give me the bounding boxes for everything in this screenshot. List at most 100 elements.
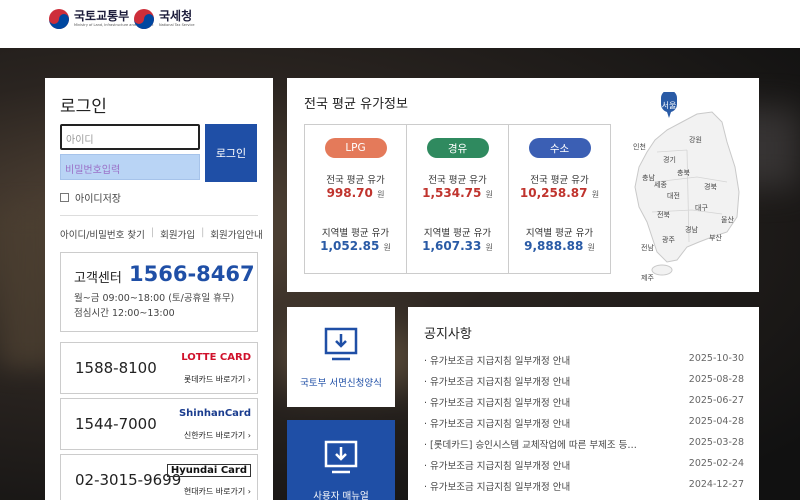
map-region-label: 전남 bbox=[641, 243, 654, 252]
fuel-column-hydrogen: 수소 전국 평균 유가 10,258.87 원 지역별 평균 유가 9,888.… bbox=[509, 125, 610, 273]
fuel-tab-diesel[interactable]: 경유 bbox=[426, 138, 489, 158]
card-phone-number: 1588-8100 bbox=[75, 359, 157, 377]
login-button[interactable]: 로그인 bbox=[205, 124, 257, 182]
logo-title: 국세청 bbox=[159, 9, 193, 23]
map-region-label: 대구 bbox=[695, 204, 708, 212]
notice-item[interactable]: · 유가보조금 지급지침 일부개정 안내 2025-06-27 bbox=[424, 395, 744, 416]
card-shortcut-link[interactable]: 롯데카드 바로가기 › bbox=[184, 374, 251, 385]
national-value: 1,534.75 원 bbox=[407, 186, 508, 200]
regional-value: 1,607.33 원 bbox=[407, 239, 508, 253]
notice-item-date: 2025-04-28 bbox=[688, 416, 744, 427]
map-region-label: 인천 bbox=[633, 142, 646, 151]
separator: | bbox=[201, 227, 205, 238]
card-shortcut-link[interactable]: 신한카드 바로가기 › bbox=[184, 430, 251, 441]
national-label: 전국 평균 유가 bbox=[530, 175, 589, 186]
regional-label: 지역별 평균 유가 bbox=[423, 228, 492, 239]
shinhan-card-logo: ShinhanCard bbox=[178, 408, 251, 419]
map-region-label: 제주 bbox=[641, 274, 654, 282]
notice-item[interactable]: · 유가보조금 지급지침 일부개정 안내 2025-04-28 bbox=[424, 416, 744, 437]
map-region-label: 경북 bbox=[704, 182, 717, 191]
map-region-label: 부산 bbox=[709, 233, 722, 242]
fuel-column-diesel: 경유 전국 평균 유가 1,534.75 원 지역별 평균 유가 1,607.3… bbox=[407, 125, 509, 273]
id-input[interactable]: 아이디 bbox=[60, 124, 200, 150]
notice-item-title[interactable]: · 유가보조금 지급지침 일부개정 안내 bbox=[424, 395, 570, 416]
site-header: 국토교통부 Ministry of Land, Infrastructure a… bbox=[0, 0, 800, 48]
notice-item-title[interactable]: · 유가보조금 지급지침 일부개정 안내 bbox=[424, 353, 570, 374]
unit: 원 bbox=[383, 243, 391, 252]
fuel-tab-hydrogen[interactable]: 수소 bbox=[528, 138, 591, 158]
fuel-column-lpg: LPG 전국 평균 유가 998.70 원 지역별 평균 유가 1,052.85… bbox=[305, 125, 407, 273]
notice-item-title[interactable]: · 유가보조금 지급지침 일부개정 안내 bbox=[424, 416, 570, 437]
regional-value: 9,888.88 원 bbox=[509, 239, 610, 253]
national-label: 전국 평균 유가 bbox=[326, 175, 385, 186]
card-shortcut-link[interactable]: 현대카드 바로가기 › bbox=[184, 486, 251, 497]
customer-center-box: 고객센터 1566-8467 월~금 09:00~18:00 (토/공휴일 휴무… bbox=[60, 252, 258, 332]
save-id-checkbox[interactable]: 아이디저장 bbox=[60, 190, 121, 205]
unit: 원 bbox=[591, 190, 600, 199]
map-region-label: 강원 bbox=[689, 135, 702, 144]
notice-item-title[interactable]: · 유가보조금 지급지침 일부개정 안내 bbox=[424, 374, 570, 395]
notice-item[interactable]: · 유가보조금 지급지침 일부개정 안내 2025-02-24 bbox=[424, 458, 744, 479]
notice-item[interactable]: · 유가보조금 지급지침 일부개정 안내 2025-10-30 bbox=[424, 353, 744, 374]
lotte-card-box[interactable]: 1588-8100 LOTTE CARD 롯데카드 바로가기 › bbox=[60, 342, 258, 394]
regional-value: 1,052.85 원 bbox=[305, 239, 406, 253]
card-phone-number: 02-3015-9699 bbox=[75, 471, 182, 489]
download-monitor-icon bbox=[324, 440, 358, 474]
regional-label: 지역별 평균 유가 bbox=[525, 228, 594, 239]
map-selected-region: 서울 bbox=[662, 101, 677, 110]
map-region-label: 대전 bbox=[667, 191, 680, 200]
notice-item-title[interactable]: · 유가보조금 지급지침 일부개정 안내 bbox=[424, 479, 570, 500]
customer-center-label: 고객센터 bbox=[74, 271, 122, 286]
hyundai-card-box[interactable]: 02-3015-9699 Hyundai Card 현대카드 바로가기 › bbox=[60, 454, 258, 500]
signup-guide-link[interactable]: 회원가입안내 bbox=[210, 227, 262, 241]
divider bbox=[60, 215, 258, 216]
korea-region-map[interactable]: 서울 인천 강원 경기 충북 충남 세종 대전 경북 대구 전북 울산 광주 경… bbox=[627, 92, 749, 282]
download-monitor-icon bbox=[324, 327, 358, 361]
customer-center-number: 1566-8467 bbox=[129, 262, 255, 286]
map-region-label: 전북 bbox=[657, 210, 670, 219]
taegeuk-emblem-icon bbox=[134, 9, 154, 29]
map-region-label: 경남 bbox=[685, 225, 698, 234]
molit-form-download-tile[interactable]: 국토부 서면신청양식 bbox=[287, 307, 395, 407]
notice-item-title[interactable]: · 유가보조금 지급지침 일부개정 안내 bbox=[424, 458, 570, 479]
save-id-label: 아이디저장 bbox=[75, 194, 121, 205]
regional-price: 1,052.85 bbox=[320, 239, 380, 253]
find-id-password-link[interactable]: 아이디/비밀번호 찾기 bbox=[60, 227, 145, 241]
notice-item-date: 2025-03-28 bbox=[688, 437, 744, 448]
notice-list: · 유가보조금 지급지침 일부개정 안내 2025-10-30 · 유가보조금 지… bbox=[424, 353, 744, 500]
notice-title: 공지사항 bbox=[424, 327, 472, 342]
notice-item[interactable]: · [롯데카드] 승인시스템 교체작업에 따른 부제조 등… 2025-03-28 bbox=[424, 437, 744, 458]
notice-item-date: 2025-02-24 bbox=[688, 458, 744, 469]
shinhan-card-box[interactable]: 1544-7000 ShinhanCard 신한카드 바로가기 › bbox=[60, 398, 258, 450]
fuel-tab-lpg[interactable]: LPG bbox=[324, 138, 387, 158]
notice-item-date: 2025-06-27 bbox=[688, 395, 744, 406]
map-region-label: 충북 bbox=[677, 168, 690, 177]
checkbox-icon[interactable] bbox=[60, 193, 69, 202]
account-links: 아이디/비밀번호 찾기 | 회원가입 | 회원가입안내 bbox=[60, 227, 263, 241]
separator: | bbox=[150, 227, 155, 238]
notice-item-title[interactable]: · [롯데카드] 승인시스템 교체작업에 따른 부제조 등… bbox=[424, 437, 637, 458]
unit: 원 bbox=[485, 190, 493, 199]
notice-item[interactable]: · 유가보조금 지급지침 일부개정 안내 2025-08-28 bbox=[424, 374, 744, 395]
customer-center-hours: 월~금 09:00~18:00 (토/공휴일 휴무) 점심시간 12:00~13… bbox=[74, 291, 234, 321]
national-price: 998.70 bbox=[326, 186, 373, 200]
logo-subtitle: National Tax Service bbox=[159, 23, 195, 27]
signup-link[interactable]: 회원가입 bbox=[160, 227, 195, 241]
nts-logo[interactable]: 국세청 National Tax Service bbox=[133, 8, 195, 30]
notice-item[interactable]: · 유가보조금 지급지침 일부개정 안내 2024-12-27 bbox=[424, 479, 744, 500]
lotte-card-logo: LOTTE CARD bbox=[181, 352, 251, 363]
fuel-price-title: 전국 평균 유가정보 bbox=[304, 97, 408, 112]
national-value: 10,258.87 원 bbox=[509, 186, 610, 200]
regional-price: 9,888.88 bbox=[524, 239, 584, 253]
login-title: 로그인 bbox=[60, 97, 107, 117]
hyundai-card-logo: Hyundai Card bbox=[166, 464, 251, 477]
notice-panel: 공지사항 · 유가보조금 지급지침 일부개정 안내 2025-10-30 · 유가… bbox=[408, 307, 759, 500]
map-region-label: 울산 bbox=[721, 215, 734, 224]
map-region-label: 세종 bbox=[654, 180, 667, 189]
taegeuk-emblem-icon bbox=[49, 9, 69, 29]
password-input[interactable]: 비밀번호입력 bbox=[60, 154, 200, 180]
fuel-price-panel: 전국 평균 유가정보 LPG 전국 평균 유가 998.70 원 지역별 평균 … bbox=[287, 78, 759, 292]
notice-item-date: 2024-12-27 bbox=[688, 479, 744, 490]
user-manual-tile[interactable]: 사용자 매뉴얼 bbox=[287, 420, 395, 500]
national-label: 전국 평균 유가 bbox=[428, 175, 487, 186]
